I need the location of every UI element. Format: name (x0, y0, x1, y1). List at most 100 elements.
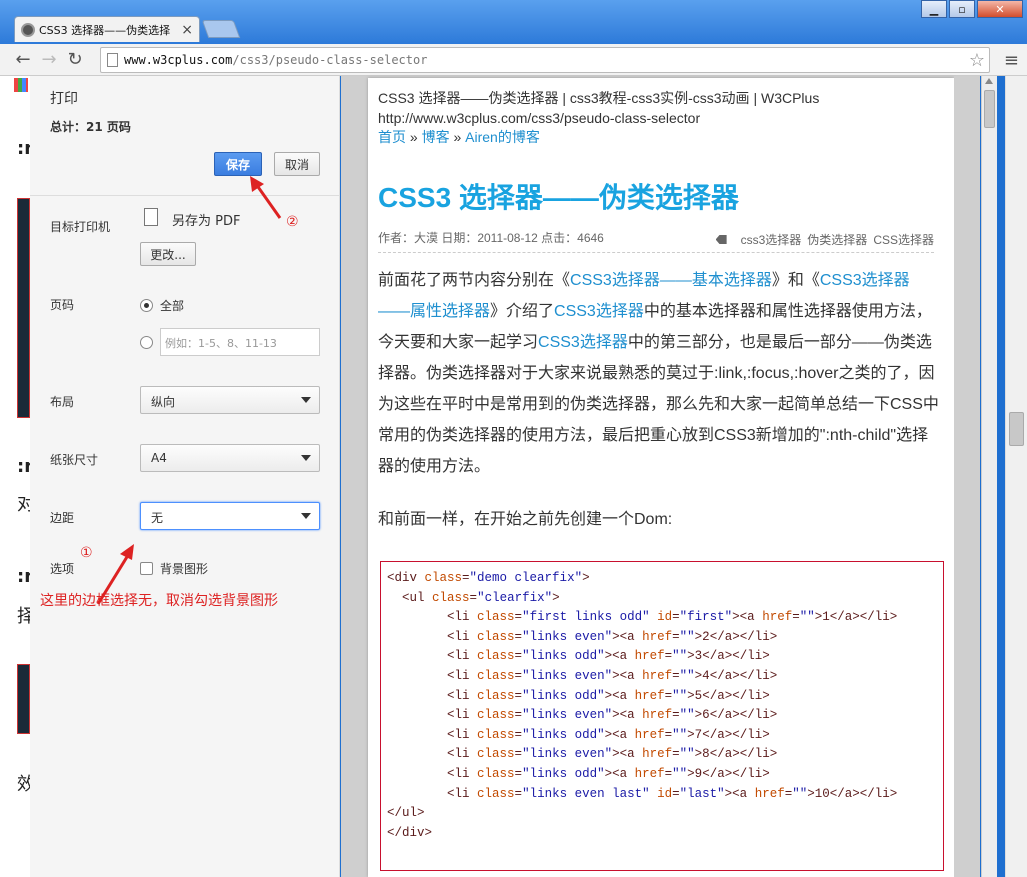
change-destination-button[interactable]: 更改... (140, 242, 196, 266)
preview-page-title: CSS3 选择器——伪类选择器 | css3教程-css3实例-css3动画 |… (378, 90, 820, 106)
article-link[interactable]: CSS3选择器 (554, 303, 644, 320)
code-line: <li class="links odd"><a href="">7</a></… (447, 727, 770, 742)
save-button[interactable]: 保存 (214, 152, 262, 176)
background-graphics-label: 背景图形 (160, 562, 209, 576)
code-line: <li class="links odd"><a href="">3</a></… (447, 649, 770, 664)
annotation-marker-2: ② (286, 214, 299, 230)
annotation-arrow-2-icon (250, 176, 282, 219)
article-paragraph-2: 和前面一样，在开始之前先创建一个Dom: (378, 511, 673, 528)
background-page: :n :n 对 :n 择 效 (0, 76, 37, 877)
layout-select[interactable]: 纵向 (140, 386, 320, 414)
chevron-down-icon (301, 513, 311, 519)
page-icon (107, 53, 118, 67)
code-line: <li class="links even"><a href="">6</a><… (447, 708, 778, 723)
article-text: 前面花了两节内容分别在《 (378, 272, 571, 289)
code-line: <li class="links odd"><a href="">5</a></… (447, 688, 770, 703)
breadcrumb-blog[interactable]: 博客 (422, 129, 450, 145)
tab-close-icon[interactable]: × (181, 22, 193, 38)
article-text: 》和《 (771, 272, 820, 289)
code-line: <li class="links even"><a href="">2</a><… (447, 629, 778, 644)
article-meta-text: 作者：大漠 日期：2011-08-12 点击：4646 (378, 231, 604, 245)
url-path: /css3/pseudo-class-selector (232, 53, 428, 67)
browser-toolbar: ← → ↻ www.w3cplus.com /css3/pseudo-class… (0, 44, 1027, 76)
url-host: www.w3cplus.com (124, 53, 233, 67)
page-count: 总计：21 页码 (50, 120, 131, 134)
layout-value: 纵向 (151, 395, 176, 409)
pages-custom-radio[interactable] (140, 336, 153, 349)
pages-all-label: 全部 (160, 299, 185, 313)
page-scrollbar[interactable] (1005, 76, 1027, 877)
chevron-down-icon (301, 397, 311, 403)
window-controls: ▁ ▫ ✕ (919, 0, 1023, 18)
bg-code-block (17, 664, 30, 734)
paper-size-value: A4 (151, 451, 167, 465)
print-title: 打印 (50, 91, 78, 107)
breadcrumb-home[interactable]: 首页 (378, 129, 406, 145)
code-line: <li class="links even"><a href="">8</a><… (447, 747, 778, 762)
print-header: 打印 总计：21 页码 保存 取消 (30, 76, 340, 196)
code-line: <li class="first links odd" id="first"><… (447, 610, 898, 625)
cancel-button[interactable]: 取消 (274, 152, 320, 176)
breadcrumb-separator: » (409, 129, 418, 145)
article-text: 》介绍了 (490, 303, 555, 320)
apps-icon[interactable] (14, 78, 28, 92)
destination-label: 目标打印机 (50, 220, 111, 234)
article-link[interactable]: CSS3选择器 (538, 334, 628, 351)
annotation-note: 这里的边框选择无，取消勾选背景图形 (40, 593, 278, 609)
paper-size-select[interactable]: A4 (140, 444, 320, 472)
scroll-up-icon[interactable] (985, 78, 993, 84)
bg-code-block (17, 198, 30, 418)
preview-scrollbar[interactable] (981, 76, 997, 877)
print-settings-panel: 打印 总计：21 页码 保存 取消 目标打印机 另存为 PDF 更改... 页码… (30, 76, 340, 877)
article-title: CSS3 选择器——伪类选择器 (378, 182, 739, 213)
close-window-button[interactable]: ✕ (977, 0, 1023, 18)
article-intro-paragraph: 前面花了两节内容分别在《CSS3选择器——基本选择器》和《CSS3选择器——属性… (378, 265, 940, 482)
scrollbar-thumb[interactable] (1009, 412, 1024, 446)
tag-link[interactable]: CSS选择器 (873, 233, 934, 247)
pages-all-radio[interactable] (140, 299, 153, 312)
code-line: <li class="links even last" id="last"><a… (447, 786, 898, 801)
code-line: </ul> (387, 806, 425, 821)
minimize-button[interactable]: ▁ (921, 0, 947, 18)
pages-input[interactable]: 例如：1-5、8、11-13 (160, 328, 320, 356)
tag-link[interactable]: 伪类选择器 (807, 233, 867, 247)
code-block: <div class="demo clearfix"> <ul class="c… (380, 561, 944, 871)
tag-icon (715, 235, 727, 244)
chevron-down-icon (301, 455, 311, 461)
margins-select[interactable]: 无 (140, 502, 320, 530)
tag-link[interactable]: css3选择器 (741, 233, 802, 247)
background-graphics-checkbox[interactable] (140, 562, 153, 575)
window-titlebar: CSS3 选择器——伪类选择 × ▁ ▫ ✕ (0, 0, 1027, 44)
margins-label: 边距 (50, 511, 75, 525)
address-bar[interactable]: www.w3cplus.com /css3/pseudo-class-selec… (100, 47, 990, 73)
code-line: <div class="demo clearfix"> (387, 571, 590, 585)
code-line: </div> (387, 825, 433, 840)
scrollbar-thumb[interactable] (984, 90, 995, 128)
reload-icon[interactable]: ↻ (62, 48, 88, 72)
layout-label: 布局 (50, 395, 75, 409)
article-meta: 作者：大漠 日期：2011-08-12 点击：4646 css3选择器 伪类选择器… (378, 229, 934, 253)
chrome-menu-icon[interactable]: ≡ (1004, 50, 1019, 71)
breadcrumb: 首页 » 博客 » Airen的博客 (378, 127, 540, 147)
annotation-arrow-1-icon (96, 544, 134, 605)
forward-icon[interactable]: → (36, 48, 62, 72)
paper-size-label: 纸张尺寸 (50, 453, 99, 467)
destination-value: 另存为 PDF (172, 214, 241, 229)
code-line: <li class="links odd"><a href="">9</a></… (447, 766, 770, 781)
maximize-button[interactable]: ▫ (949, 0, 975, 18)
pdf-file-icon (144, 208, 158, 226)
breadcrumb-author-blog[interactable]: Airen的博客 (465, 129, 540, 145)
preview-header: CSS3 选择器——伪类选择器 | css3教程-css3实例-css3动画 |… (378, 88, 819, 128)
bookmark-star-icon[interactable]: ☆ (969, 50, 985, 71)
pages-label: 页码 (50, 298, 75, 312)
article-tags: css3选择器 伪类选择器 CSS选择器 (715, 231, 934, 248)
site-favicon-icon (21, 22, 35, 37)
tab-title: CSS3 选择器——伪类选择 (39, 23, 171, 37)
article-text: 中的第三部分，也是最后一部分——伪类选择器。伪类选择器对于大家来说最熟悉的莫过于… (378, 334, 939, 475)
preview-gutter (954, 76, 980, 877)
new-tab-button[interactable] (201, 20, 241, 38)
browser-tab[interactable]: CSS3 选择器——伪类选择 × (14, 16, 200, 42)
code-line: <li class="links even"><a href="">4</a><… (447, 668, 778, 683)
back-icon[interactable]: ← (10, 48, 36, 72)
article-link[interactable]: CSS3选择器——基本选择器 (570, 272, 772, 289)
